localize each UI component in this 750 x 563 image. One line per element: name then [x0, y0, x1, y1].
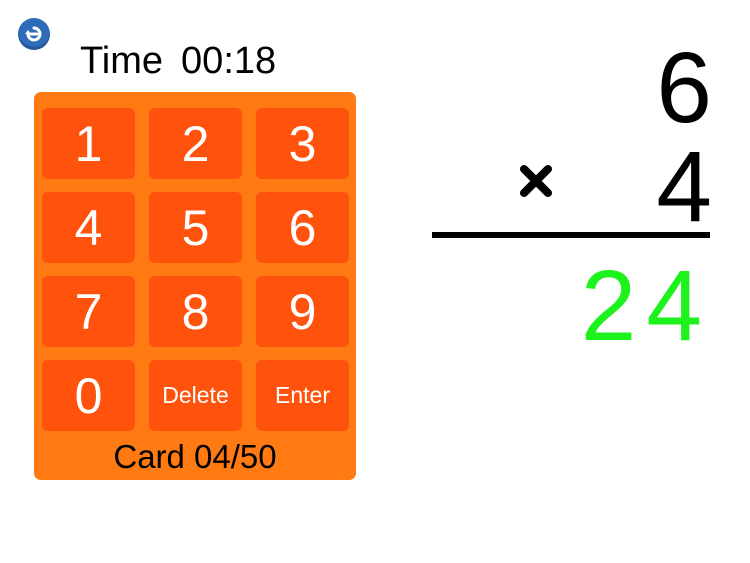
key-2[interactable]: 2 [149, 108, 242, 179]
key-0[interactable]: 0 [42, 360, 135, 431]
delete-button[interactable]: Delete [149, 360, 242, 431]
number-keypad: 1 2 3 4 5 6 7 8 9 0 Delete Enter Card 04… [34, 92, 356, 480]
key-4[interactable]: 4 [42, 192, 135, 263]
key-9[interactable]: 9 [256, 276, 349, 347]
key-5[interactable]: 5 [149, 192, 242, 263]
times-icon [520, 165, 552, 197]
key-8[interactable]: 8 [149, 276, 242, 347]
key-6[interactable]: 6 [256, 192, 349, 263]
back-button[interactable] [18, 18, 50, 50]
enter-button[interactable]: Enter [256, 360, 349, 431]
timer-label: Time [80, 40, 164, 82]
timer: Time 00:18 [80, 42, 276, 80]
top-operand: 6 [656, 32, 712, 144]
keypad-keys: 1 2 3 4 5 6 7 8 9 0 Delete Enter [42, 108, 349, 431]
bottom-operand: 4 [656, 131, 712, 243]
timer-value: 00:18 [181, 40, 277, 82]
card-counter: Card 04/50 [113, 438, 277, 475]
key-3[interactable]: 3 [256, 108, 349, 179]
answer-display: 24 [580, 250, 712, 362]
flashcard-screen: Time 00:18 1 2 3 4 5 6 7 8 9 0 Delete Ent… [0, 0, 750, 563]
back-arrow-icon [25, 26, 42, 42]
equals-rule [432, 232, 710, 238]
key-1[interactable]: 1 [42, 108, 135, 179]
key-7[interactable]: 7 [42, 276, 135, 347]
